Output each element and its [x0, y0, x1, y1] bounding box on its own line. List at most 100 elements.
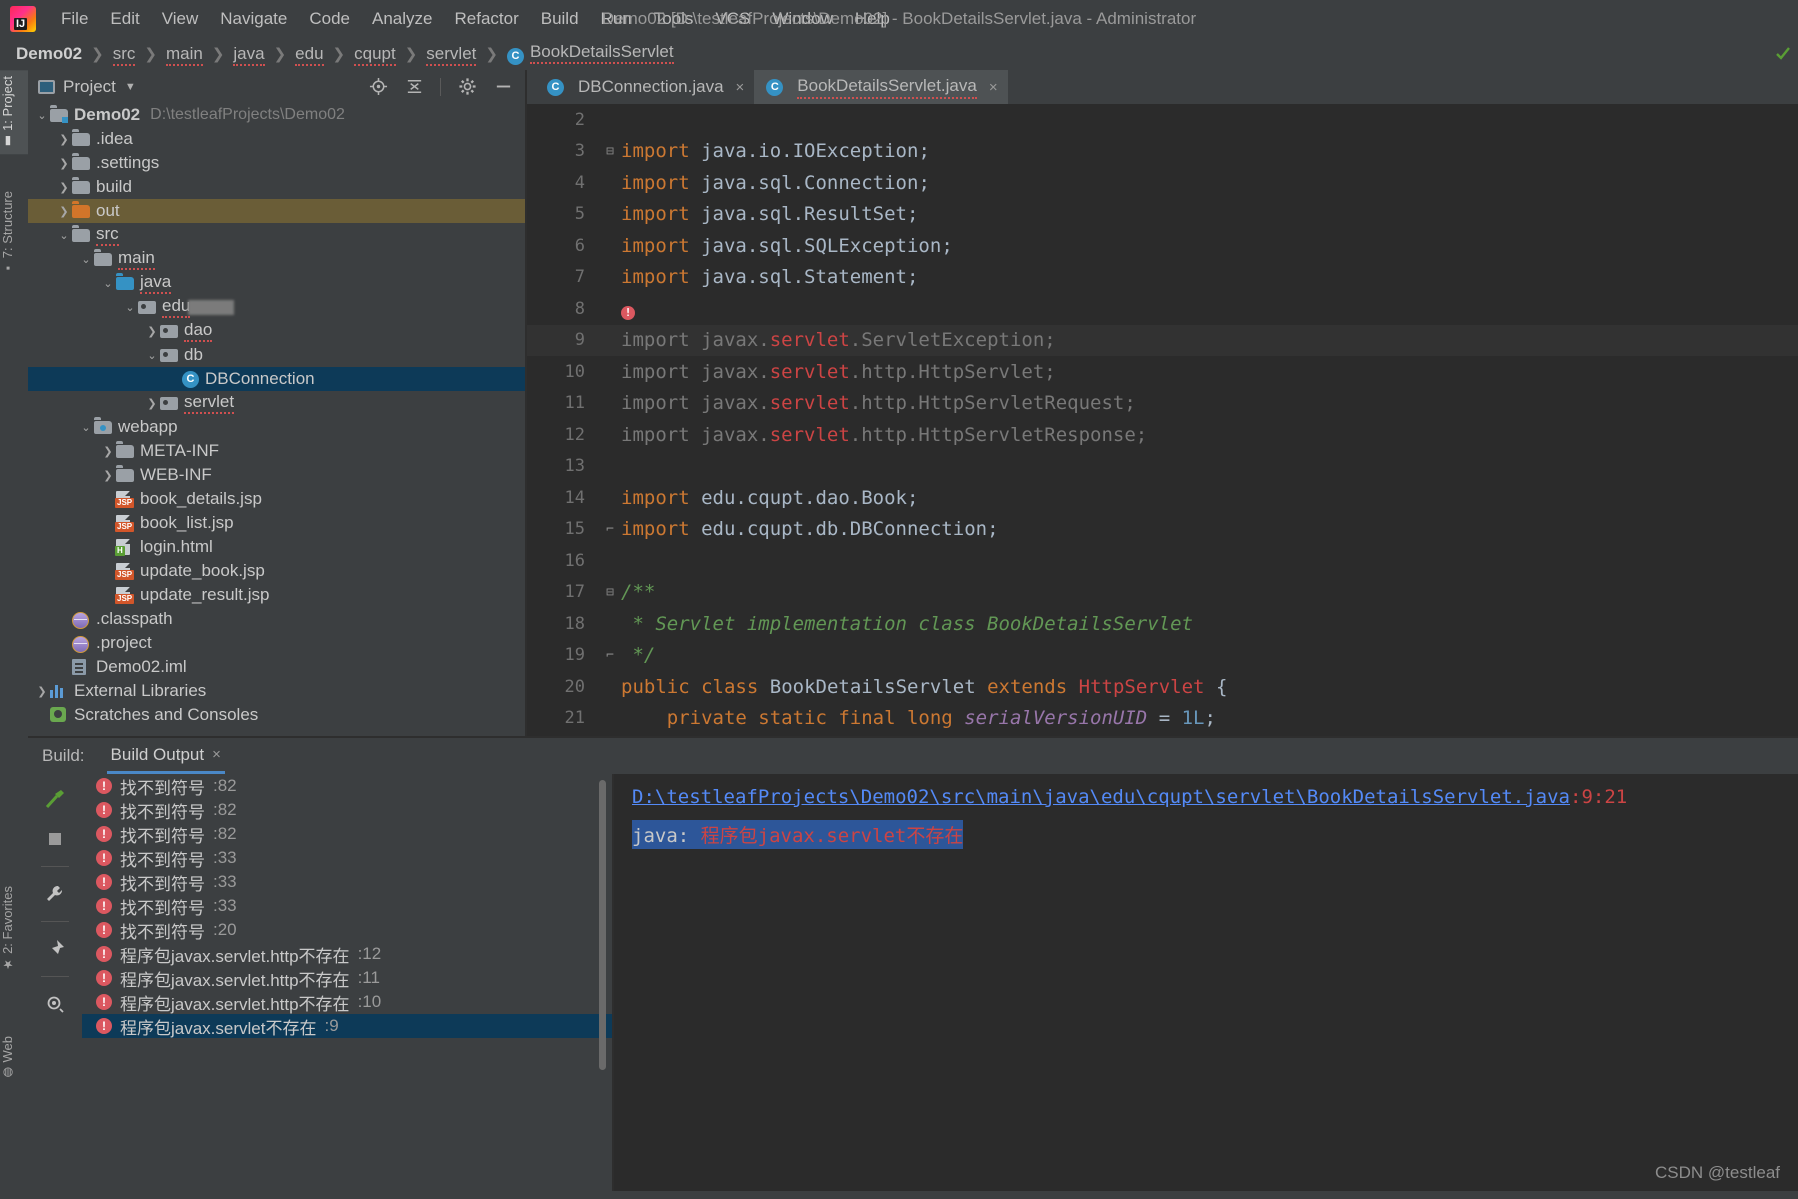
- chevron-down-icon[interactable]: ⌄: [144, 349, 160, 362]
- close-icon[interactable]: ×: [736, 79, 745, 96]
- chevron-down-icon[interactable]: ⌄: [78, 421, 94, 434]
- build-message-row[interactable]: ! 程序包javax.servlet不存在:9: [82, 1014, 612, 1038]
- code-line[interactable]: 13: [527, 451, 1798, 483]
- build-message-row[interactable]: ! 找不到符号:82: [82, 798, 612, 822]
- tree-node-scratches-and-consoles[interactable]: Scratches and Consoles: [28, 703, 525, 727]
- chevron-right-icon[interactable]: ❯: [56, 133, 72, 146]
- close-icon[interactable]: ×: [212, 746, 221, 763]
- tool-tab-project[interactable]: ▮ 1: Project: [0, 70, 28, 155]
- tree-node-meta-inf[interactable]: ❯ META-INF: [28, 439, 525, 463]
- menu-item-file[interactable]: File: [50, 5, 99, 33]
- collapse-all-icon[interactable]: [404, 77, 424, 97]
- code-fold-icon[interactable]: ⊟: [599, 585, 621, 600]
- tab-build-output[interactable]: Build Output ×: [106, 738, 225, 774]
- chevron-down-icon[interactable]: ⌄: [122, 301, 138, 314]
- menu-item-help[interactable]: Help: [844, 5, 901, 33]
- build-message-row[interactable]: ! 找不到符号:33: [82, 894, 612, 918]
- build-list-scrollbar[interactable]: [599, 780, 606, 1070]
- tree-node-update-result-jsp[interactable]: JSP update_result.jsp: [28, 583, 525, 607]
- build-message-list[interactable]: ! 找不到符号:82! 找不到符号:82! 找不到符号:82! 找不到符号:33! 找不到…: [82, 774, 612, 1191]
- code-line[interactable]: 9 import javax.servlet.ServletException;: [527, 324, 1798, 356]
- code-line[interactable]: 5 import java.sql.ResultSet;: [527, 199, 1798, 231]
- menu-item-tools[interactable]: Tools: [643, 5, 705, 33]
- tree-node-project[interactable]: .project: [28, 631, 525, 655]
- tree-node-dao[interactable]: ❯ dao: [28, 319, 525, 343]
- chevron-right-icon[interactable]: ❯: [100, 469, 116, 482]
- breadcrumb-item-demo02[interactable]: Demo02: [14, 44, 84, 64]
- code-line[interactable]: 16: [527, 545, 1798, 577]
- code-fold-icon[interactable]: ⌐: [599, 522, 621, 537]
- chevron-right-icon[interactable]: ❯: [56, 181, 72, 194]
- code-fold-icon[interactable]: ⌐: [599, 648, 621, 663]
- code-editor[interactable]: 2 3 ⊟ import java.io.IOException; 4 import ja…: [527, 104, 1798, 736]
- tree-node-edu[interactable]: ⌄ edu: [28, 295, 525, 319]
- minimize-icon[interactable]: [493, 77, 513, 97]
- build-message-row[interactable]: ! 程序包javax.servlet.http不存在:10: [82, 990, 612, 1014]
- breadcrumb-item-edu[interactable]: edu: [293, 43, 325, 66]
- tool-tab-favorites[interactable]: ★ 2: Favorites: [0, 880, 28, 977]
- tree-node-src[interactable]: ⌄ src: [28, 223, 525, 247]
- chevron-right-icon[interactable]: ❯: [56, 205, 72, 218]
- menu-item-code[interactable]: Code: [298, 5, 361, 33]
- project-tree[interactable]: ⌄ Demo02 D:\testleafProjects\Demo02 ❯ .idea ❯…: [28, 103, 525, 736]
- eye-filter-icon[interactable]: [38, 987, 72, 1021]
- code-line[interactable]: 19 ⌐ */: [527, 640, 1798, 672]
- menu-item-run[interactable]: Run: [590, 5, 643, 33]
- code-line[interactable]: 17 ⊟/**: [527, 577, 1798, 609]
- editor-tab-dbconnection-java[interactable]: C DBConnection.java ×: [535, 70, 754, 104]
- tree-node-db[interactable]: ⌄ db: [28, 343, 525, 367]
- tree-node-dbconnection[interactable]: C DBConnection: [28, 367, 525, 391]
- breadcrumb-current[interactable]: C BookDetailsServlet: [505, 42, 676, 65]
- tree-node-settings[interactable]: ❯ .settings: [28, 151, 525, 175]
- gear-icon[interactable]: [457, 77, 477, 97]
- tree-node-book-list-jsp[interactable]: JSP book_list.jsp: [28, 511, 525, 535]
- chevron-down-icon[interactable]: ⌄: [56, 229, 72, 242]
- chevron-right-icon[interactable]: ❯: [100, 445, 116, 458]
- code-line[interactable]: 2: [527, 104, 1798, 136]
- menu-item-view[interactable]: View: [151, 5, 210, 33]
- chevron-right-icon[interactable]: ❯: [144, 325, 160, 338]
- chevron-right-icon[interactable]: ❯: [56, 157, 72, 170]
- tree-node-build[interactable]: ❯ build: [28, 175, 525, 199]
- code-line[interactable]: 8!: [527, 293, 1798, 325]
- code-line[interactable]: 6 import java.sql.SQLException;: [527, 230, 1798, 262]
- menu-item-vcs[interactable]: VCS: [704, 5, 761, 33]
- editor-tab-bookdetailsservlet-java[interactable]: C BookDetailsServlet.java ×: [754, 70, 1008, 104]
- locate-icon[interactable]: [368, 77, 388, 97]
- pin-icon[interactable]: [38, 932, 72, 966]
- chevron-down-icon[interactable]: ⌄: [34, 109, 50, 122]
- tree-node-update-book-jsp[interactable]: JSP update_book.jsp: [28, 559, 525, 583]
- build-message-row[interactable]: ! 找不到符号:82: [82, 822, 612, 846]
- code-line[interactable]: 15 ⌐ import edu.cqupt.db.DBConnection;: [527, 514, 1798, 546]
- tree-node-demo02-iml[interactable]: Demo02.iml: [28, 655, 525, 679]
- chevron-down-icon[interactable]: ▼: [125, 81, 136, 93]
- settings-wrench-icon[interactable]: [38, 877, 72, 911]
- code-line[interactable]: 4 import java.sql.Connection;: [527, 167, 1798, 199]
- tree-node-out[interactable]: ❯ out: [28, 199, 525, 223]
- build-message-row[interactable]: ! 找不到符号:82: [82, 774, 612, 798]
- close-icon[interactable]: ×: [989, 79, 998, 96]
- tree-node-main[interactable]: ⌄ main: [28, 247, 525, 271]
- chevron-down-icon[interactable]: ⌄: [100, 277, 116, 290]
- tree-node-java[interactable]: ⌄ java: [28, 271, 525, 295]
- code-line[interactable]: 14 import edu.cqupt.dao.Book;: [527, 482, 1798, 514]
- tree-node-demo02[interactable]: ⌄ Demo02 D:\testleafProjects\Demo02: [28, 103, 525, 127]
- code-line[interactable]: 20 public class BookDetailsServlet extend…: [527, 671, 1798, 703]
- menu-item-edit[interactable]: Edit: [99, 5, 150, 33]
- code-line[interactable]: 3 ⊟ import java.io.IOException;: [527, 136, 1798, 168]
- breadcrumb[interactable]: Demo02 ❯ src ❯ main ❯ java ❯ edu ❯ cqupt ❯ servlet ❯ C…: [0, 37, 1798, 70]
- error-file-link-row[interactable]: D:\testleafProjects\Demo02\src\main\java…: [632, 786, 1798, 808]
- code-line[interactable]: 7 import java.sql.Statement;: [527, 262, 1798, 294]
- tool-tab-structure[interactable]: ▪ 7: Structure: [0, 185, 28, 282]
- code-line[interactable]: 21 private static final long serialVersi…: [527, 703, 1798, 735]
- menu-item-window[interactable]: Window: [761, 5, 843, 33]
- code-line[interactable]: 10 import javax.servlet.http.HttpServlet;: [527, 356, 1798, 388]
- chevron-down-icon[interactable]: ⌄: [78, 253, 94, 266]
- code-line[interactable]: 18 * Servlet implementation class BookDe…: [527, 608, 1798, 640]
- build-message-row[interactable]: ! 程序包javax.servlet.http不存在:12: [82, 942, 612, 966]
- menu-item-analyze[interactable]: Analyze: [361, 5, 443, 33]
- tree-node-web-inf[interactable]: ❯ WEB-INF: [28, 463, 525, 487]
- tree-node-classpath[interactable]: .classpath: [28, 607, 525, 631]
- stop-icon[interactable]: [38, 822, 72, 856]
- code-line[interactable]: 12 import javax.servlet.http.HttpServletR…: [527, 419, 1798, 451]
